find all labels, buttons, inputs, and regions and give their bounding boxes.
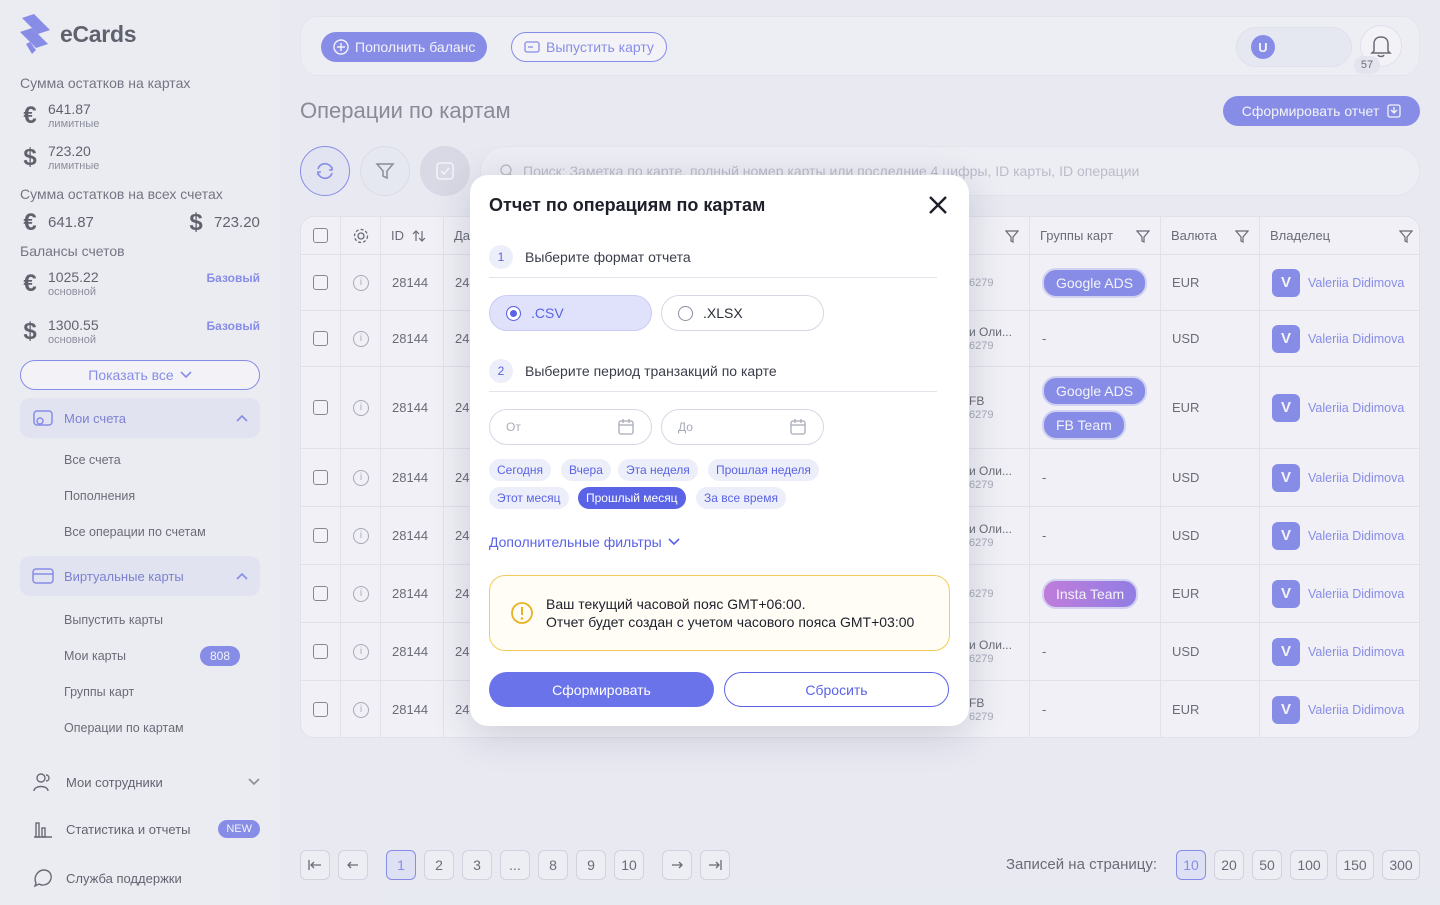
report-modal: Отчет по операциям по картам 1 Выберите … [470, 175, 969, 726]
format-label: .CSV [531, 305, 564, 321]
step-label: Выберите формат отчета [525, 249, 691, 265]
step-number: 2 [489, 359, 513, 383]
modal-title: Отчет по операциям по картам [489, 195, 766, 215]
warning-line-2: Отчет будет создан с учетом часового поя… [546, 614, 915, 630]
warning-icon [511, 602, 533, 624]
submit-button[interactable]: Сформировать [489, 672, 714, 707]
reset-button[interactable]: Сбросить [724, 672, 949, 707]
format-label: .XLSX [703, 305, 743, 321]
step-format: 1 Выберите формат отчета [489, 245, 937, 278]
step-number: 1 [489, 245, 513, 269]
date-to-field[interactable]: До [661, 409, 824, 445]
radio-dot [506, 305, 521, 321]
period-this-week[interactable]: Эта неделя [618, 459, 698, 481]
date-from-placeholder: От [506, 420, 521, 434]
step-period: 2 Выберите период транзакций по карте [489, 359, 937, 392]
period-last-month[interactable]: Прошлый месяц [578, 487, 686, 509]
radio-dot [678, 305, 693, 321]
timezone-warning: Ваш текущий часовой пояс GMT+06:00. Отче… [489, 575, 950, 651]
period-this-month[interactable]: Этот месяц [489, 487, 569, 509]
period-last-week[interactable]: Прошлая неделя [708, 459, 819, 481]
warning-line-1: Ваш текущий часовой пояс GMT+06:00. [546, 596, 806, 612]
calendar-icon [618, 419, 634, 435]
period-all-time[interactable]: За все время [696, 487, 786, 509]
more-filters-toggle[interactable]: Дополнительные фильтры [489, 534, 680, 550]
date-to-placeholder: До [678, 420, 693, 434]
format-xlsx-radio[interactable]: .XLSX [661, 295, 824, 331]
more-filters-label: Дополнительные фильтры [489, 534, 662, 550]
step-label: Выберите период транзакций по карте [525, 363, 777, 379]
calendar-icon [790, 419, 806, 435]
period-yesterday[interactable]: Вчера [561, 459, 611, 481]
format-csv-radio[interactable]: .CSV [489, 295, 652, 331]
period-today[interactable]: Сегодня [489, 459, 551, 481]
close-icon[interactable] [926, 193, 950, 217]
date-from-field[interactable]: От [489, 409, 652, 445]
chevron-down-icon [668, 538, 680, 546]
